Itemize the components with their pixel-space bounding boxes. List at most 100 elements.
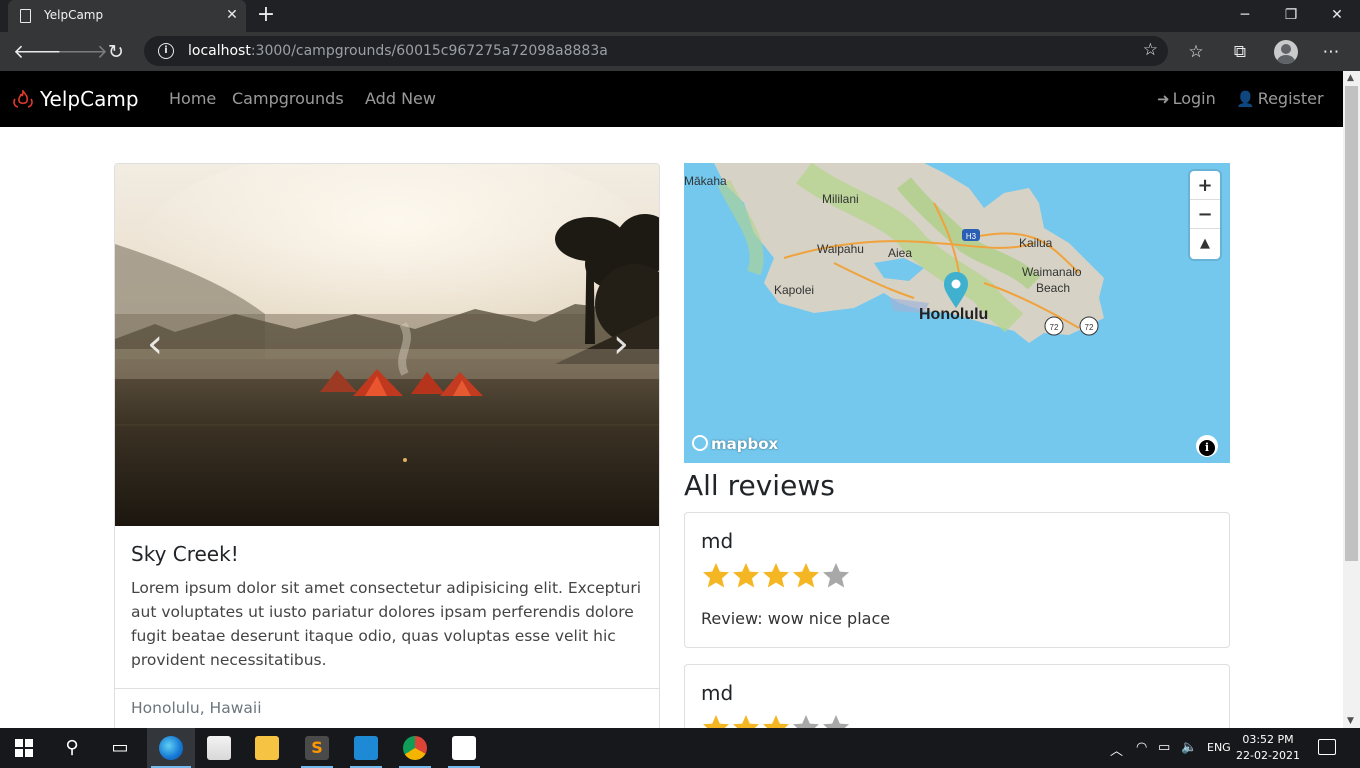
register-link[interactable]: 👤 Register — [1236, 89, 1324, 108]
star-filled-icon — [763, 715, 789, 728]
minimize-button[interactable]: ─ — [1222, 0, 1268, 30]
info-icon: i — [1199, 440, 1215, 456]
compass-button[interactable]: ▲ — [1190, 229, 1220, 258]
campground-map[interactable]: H3 72 72 Mākaha Mililani Waipahu Aiea Ka… — [684, 163, 1230, 463]
map-zoom-controls: + − ▲ — [1190, 171, 1220, 259]
star-filled-icon — [703, 563, 729, 588]
sign-in-icon: ➜ — [1157, 90, 1170, 108]
browser-tab-strip: YelpCamp ✕ + ─ ❐ ✕ — [0, 0, 1360, 32]
site-info-icon[interactable]: i — [158, 43, 174, 59]
map-label-waipahu: Waipahu — [817, 242, 864, 256]
url-text[interactable]: localhost:3000/campgrounds/60015c967275a… — [188, 43, 608, 59]
vscode-icon[interactable] — [342, 728, 390, 768]
campground-description: Lorem ipsum dolor sit amet consectetur a… — [131, 579, 642, 669]
brand-name: YelpCamp — [40, 87, 139, 111]
map-label-kailua: Kailua — [1019, 236, 1053, 250]
card-divider — [115, 688, 659, 689]
map-label-route-1: 72 — [1050, 323, 1059, 332]
edge-browser-icon[interactable] — [147, 728, 195, 768]
mapbox-circle-icon — [692, 435, 708, 451]
login-label: Login — [1172, 89, 1216, 108]
page-scrollbar[interactable]: ▲ ▼ — [1343, 71, 1360, 728]
scroll-thumb[interactable] — [1345, 86, 1358, 561]
scroll-down-icon[interactable]: ▼ — [1347, 716, 1354, 726]
map-label-route-2: 72 — [1085, 323, 1094, 332]
star-filled-icon — [763, 563, 789, 588]
browser-toolbar: 🡐 🡒 ↻ i localhost:3000/campgrounds/60015… — [0, 32, 1360, 71]
campground-photo — [115, 164, 659, 526]
search-icon[interactable]: ⚲ — [48, 728, 96, 768]
campground-title: Sky Creek! — [131, 542, 239, 566]
language-indicator[interactable]: ENG — [1207, 741, 1231, 754]
volume-icon[interactable]: 🔈 — [1181, 740, 1197, 755]
close-tab-icon[interactable]: ✕ — [222, 5, 242, 25]
star-filled-icon — [793, 563, 819, 588]
clock-date: 22-02-2021 — [1236, 749, 1300, 762]
login-link[interactable]: ➜ Login — [1157, 89, 1216, 108]
zoom-out-button[interactable]: − — [1190, 200, 1220, 229]
mapbox-logo[interactable]: mapbox — [692, 435, 778, 453]
carousel-next-icon[interactable]: › — [601, 324, 641, 364]
sublime-text-icon[interactable]: S — [293, 728, 341, 768]
windows-logo-icon — [15, 739, 33, 757]
star-empty-icon — [823, 563, 849, 588]
back-button[interactable]: 🡐 — [13, 37, 64, 67]
address-bar[interactable]: i localhost:3000/campgrounds/60015c96727… — [144, 36, 1168, 66]
star-empty-icon — [823, 715, 849, 728]
image-carousel: ‹ › — [115, 164, 659, 526]
user-plus-icon: 👤 — [1236, 90, 1255, 108]
start-button[interactable] — [0, 728, 48, 768]
browser-tab[interactable]: YelpCamp ✕ — [8, 0, 246, 32]
campground-card: ‹ › Sky Creek! Lorem ipsum dolor sit ame… — [114, 163, 660, 728]
carousel-prev-icon[interactable]: ‹ — [135, 324, 175, 364]
map-label-mililani: Mililani — [822, 192, 859, 206]
page-viewport: YelpCamp Home Campgrounds Add New ➜ Login… — [0, 71, 1343, 728]
scroll-up-icon[interactable]: ▲ — [1347, 73, 1354, 83]
star-rating — [701, 561, 851, 593]
show-hidden-icons[interactable]: ︿ — [1110, 740, 1123, 759]
new-tab-button[interactable]: + — [254, 3, 278, 27]
task-view-icon[interactable]: ▭ — [96, 728, 144, 768]
reviews-heading: All reviews — [684, 469, 835, 502]
nav-home-link[interactable]: Home — [169, 89, 216, 108]
favorites-icon[interactable]: ☆ — [1181, 37, 1211, 67]
more-options-icon[interactable]: ⋯ — [1316, 37, 1346, 67]
mapbox-logo-text: mapbox — [711, 435, 779, 453]
reload-button[interactable]: ↻ — [101, 37, 131, 67]
forward-button[interactable]: 🡒 — [57, 37, 108, 67]
review-author: md — [701, 529, 734, 553]
star-filled-icon — [703, 715, 729, 728]
map-label-beach: Beach — [1036, 281, 1070, 295]
add-favorite-icon[interactable]: ☆ — [1143, 40, 1158, 60]
mongodb-compass-icon[interactable] — [440, 728, 488, 768]
tab-title: YelpCamp — [44, 8, 104, 22]
map-canvas[interactable]: H3 72 72 Mākaha Mililani Waipahu Aiea Ka… — [684, 163, 1230, 463]
map-label-aiea: Aiea — [888, 246, 912, 260]
close-window-button[interactable]: ✕ — [1314, 0, 1360, 30]
campground-card-body: Sky Creek! Lorem ipsum dolor sit amet co… — [115, 526, 659, 688]
system-clock[interactable]: 03:52 PM 22-02-2021 — [1236, 732, 1300, 764]
map-label-honolulu: Honolulu — [919, 306, 988, 323]
file-explorer-icon[interactable] — [243, 728, 291, 768]
notification-center-icon[interactable] — [1318, 739, 1336, 755]
review-card: md — [684, 664, 1230, 728]
star-filled-icon — [733, 715, 759, 728]
clock-time: 03:52 PM — [1242, 733, 1294, 746]
map-attribution-info-button[interactable]: i — [1196, 435, 1218, 457]
map-label-h3: H3 — [966, 232, 977, 241]
nav-add-new-link[interactable]: Add New — [365, 89, 436, 108]
map-label-makaha: Mākaha — [684, 174, 727, 188]
review-text: Review: wow nice place — [701, 609, 891, 628]
profile-avatar-icon[interactable] — [1274, 40, 1298, 64]
campground-location: Honolulu, Hawaii — [131, 699, 262, 717]
collections-icon[interactable]: ⧉ — [1225, 37, 1255, 67]
battery-icon[interactable]: ▭ — [1158, 740, 1170, 755]
zoom-in-button[interactable]: + — [1190, 171, 1220, 200]
chrome-icon[interactable] — [391, 728, 439, 768]
store-icon[interactable] — [195, 728, 243, 768]
star-empty-icon — [793, 715, 819, 728]
nav-campgrounds-link[interactable]: Campgrounds — [232, 89, 344, 108]
map-label-kapolei: Kapolei — [774, 283, 814, 297]
maximize-button[interactable]: ❐ — [1268, 0, 1314, 30]
wifi-icon[interactable]: ◠ — [1136, 740, 1147, 755]
